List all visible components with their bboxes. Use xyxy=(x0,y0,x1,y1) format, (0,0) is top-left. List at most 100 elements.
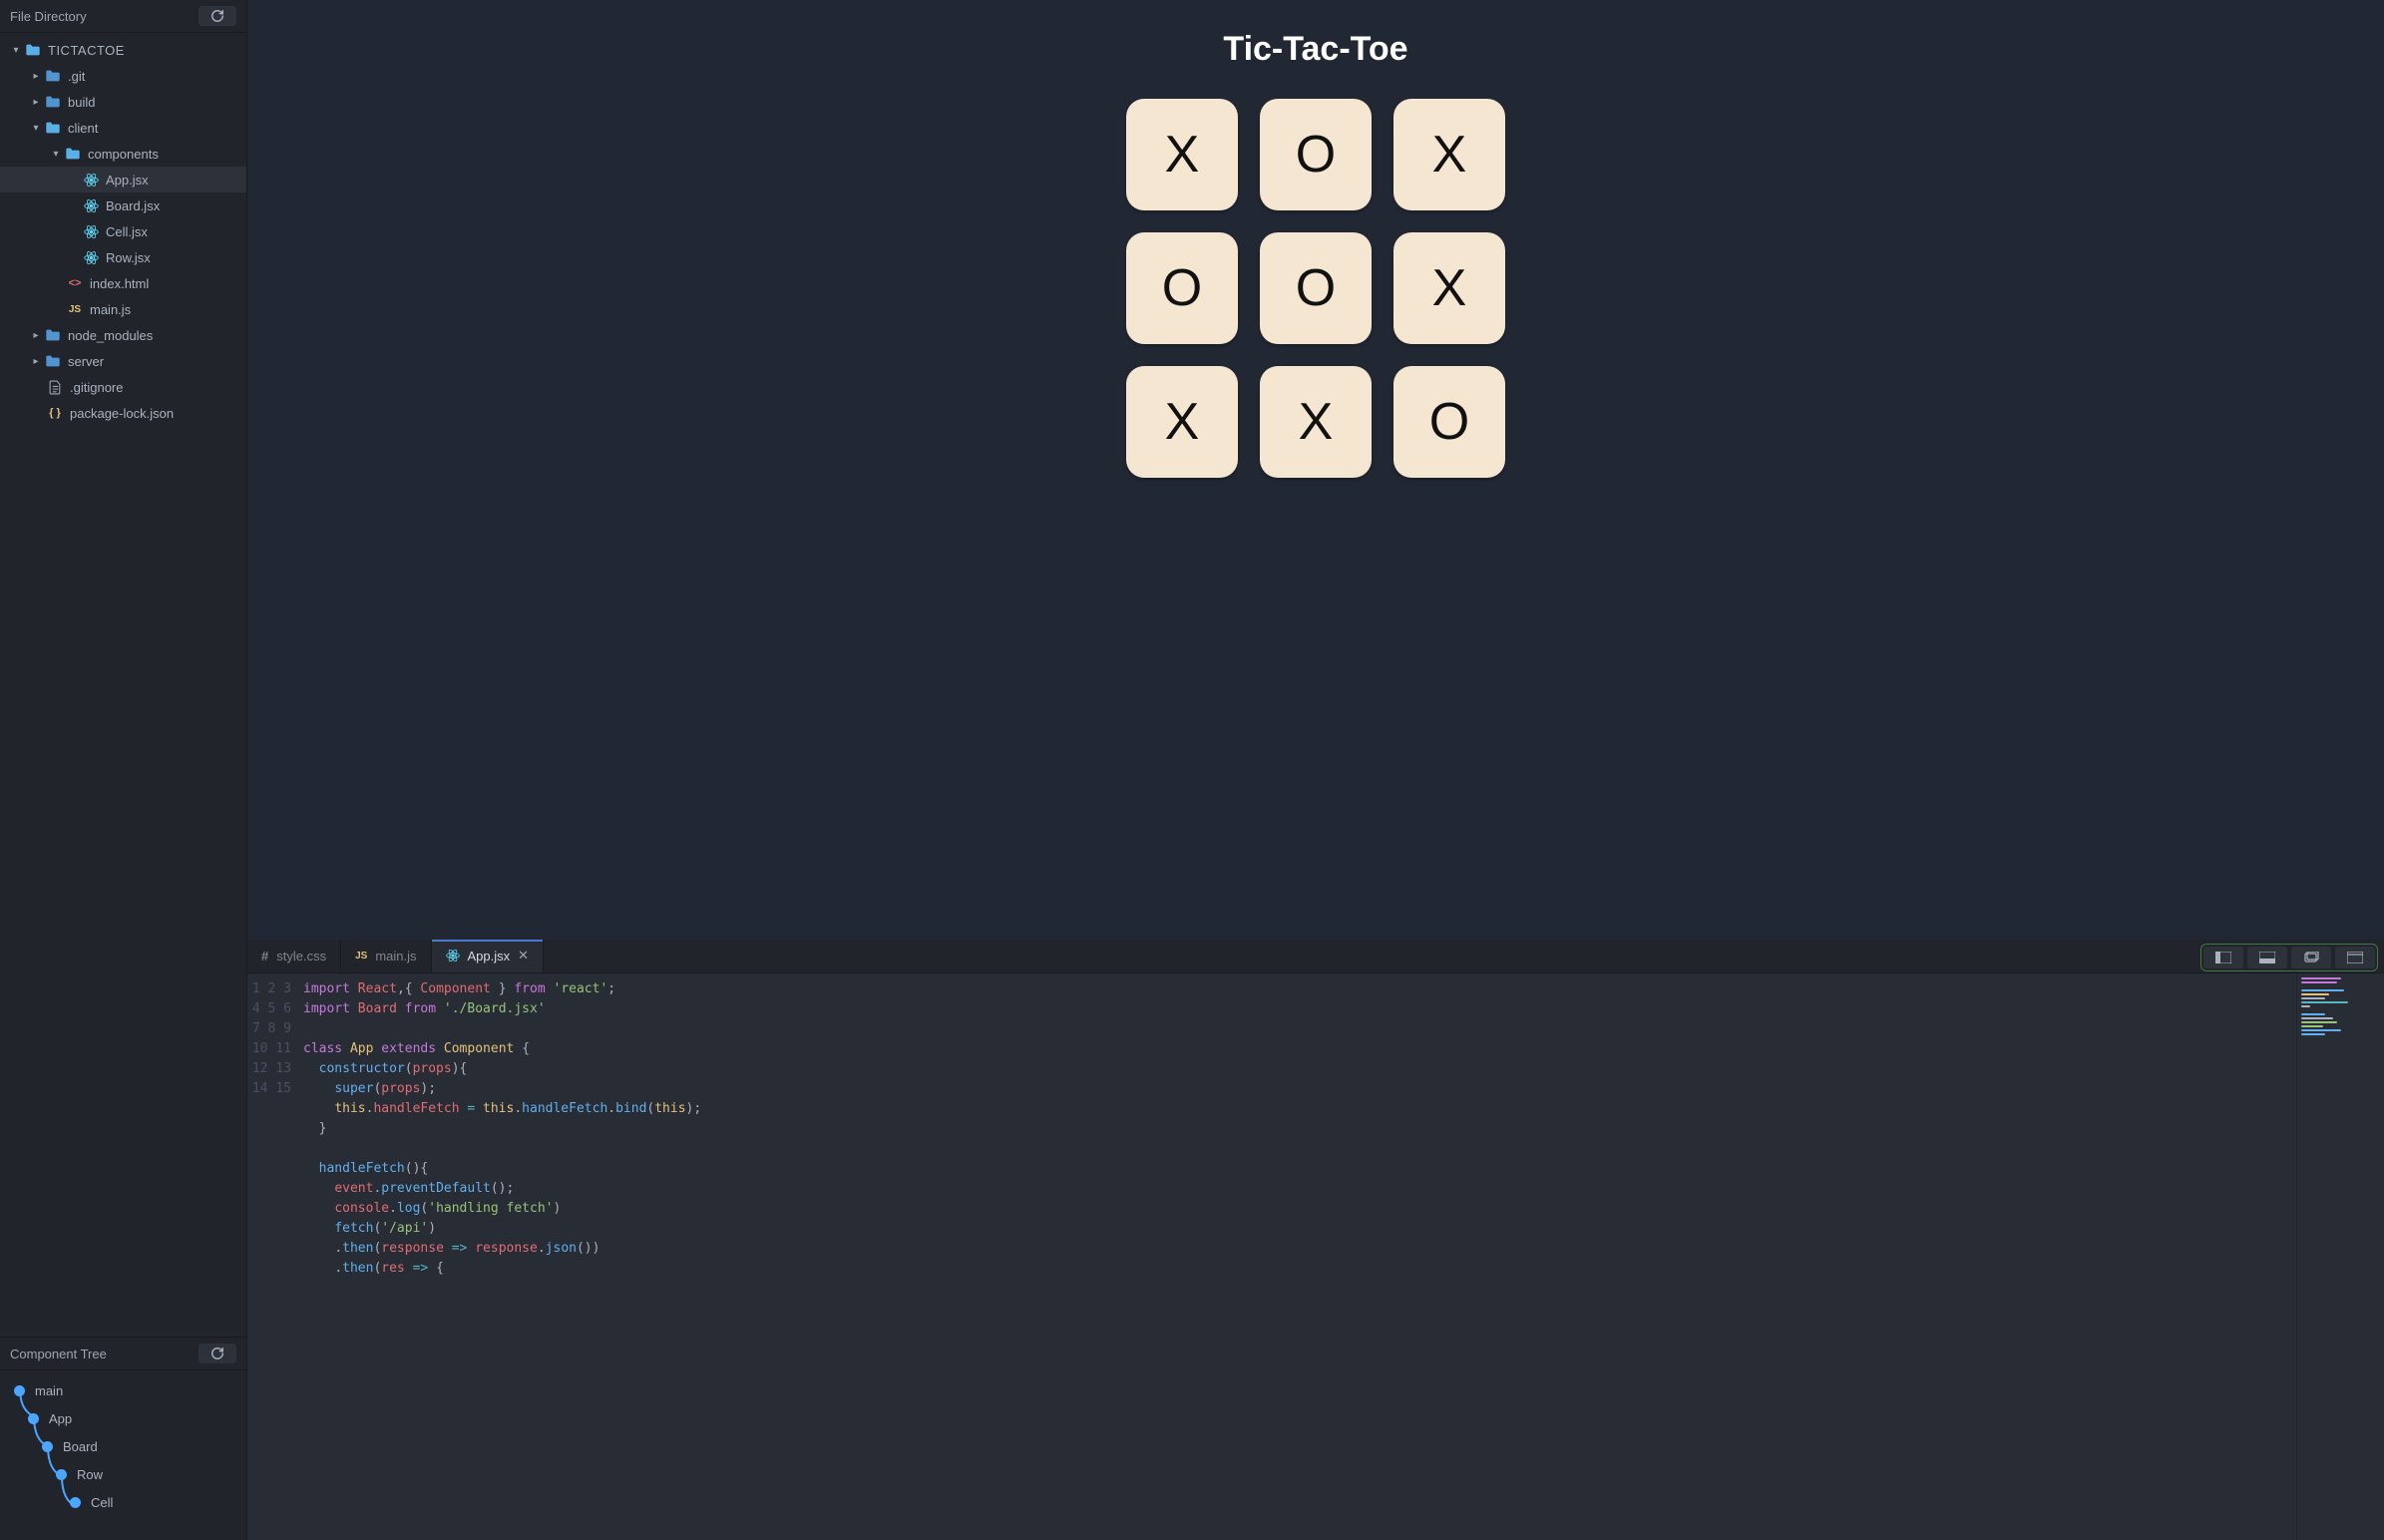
refresh-icon xyxy=(210,1347,224,1360)
tree-label: .git xyxy=(68,69,85,84)
file-tree: ▾ TICTACTOE ▸ .git ▸ build ▾ client ▾ xyxy=(0,33,246,1337)
tree-label: Board.jsx xyxy=(106,198,160,213)
react-icon xyxy=(446,949,460,962)
component-node-row[interactable]: Row xyxy=(0,1460,246,1488)
tab-style-css[interactable]: # style.css xyxy=(247,940,341,972)
folder-icon xyxy=(44,354,62,368)
tree-label: server xyxy=(68,354,104,369)
tree-label: main.js xyxy=(90,302,131,317)
board-cell-5[interactable]: X xyxy=(1393,232,1505,344)
chevron-down-icon: ▾ xyxy=(50,149,62,160)
layout-button-bottom-panel[interactable] xyxy=(2247,947,2287,968)
chevron-down-icon: ▾ xyxy=(30,123,42,134)
minimap[interactable] xyxy=(2296,973,2384,1540)
html-icon: <> xyxy=(66,277,84,289)
layout-button-stacked[interactable] xyxy=(2291,947,2331,968)
preview-pane: Tic-Tac-Toe X O X O O X X X O xyxy=(247,0,2384,940)
tree-folder-node-modules[interactable]: ▸ node_modules xyxy=(0,322,246,348)
component-label: main xyxy=(35,1383,63,1398)
tab-label: main.js xyxy=(375,949,416,963)
tree-folder-client[interactable]: ▾ client xyxy=(0,115,246,141)
node-dot-icon xyxy=(42,1441,53,1452)
js-icon: JS xyxy=(355,951,367,962)
close-icon[interactable]: ✕ xyxy=(518,948,529,963)
react-icon xyxy=(82,198,100,213)
folder-icon xyxy=(64,147,82,161)
line-number-gutter: 1 2 3 4 5 6 7 8 9 10 11 12 13 14 15 xyxy=(247,973,303,1540)
board-cell-8[interactable]: O xyxy=(1393,366,1505,478)
component-tree-refresh-button[interactable] xyxy=(199,1344,236,1363)
board-cell-0[interactable]: X xyxy=(1126,99,1238,210)
chevron-right-icon: ▸ xyxy=(30,71,42,82)
file-directory-header: File Directory xyxy=(0,0,246,33)
layout-button-left-panel[interactable] xyxy=(2203,947,2243,968)
component-node-board[interactable]: Board xyxy=(0,1432,246,1460)
board-cell-6[interactable]: X xyxy=(1126,366,1238,478)
board-cell-7[interactable]: X xyxy=(1260,366,1372,478)
tree-label: components xyxy=(88,147,159,162)
folder-icon xyxy=(44,328,62,342)
code-area[interactable]: 1 2 3 4 5 6 7 8 9 10 11 12 13 14 15 impo… xyxy=(247,973,2384,1540)
react-icon xyxy=(82,173,100,188)
tree-file-package-lock[interactable]: { } package-lock.json xyxy=(0,400,246,426)
react-icon xyxy=(82,250,100,265)
board-cell-3[interactable]: O xyxy=(1126,232,1238,344)
tree-label: node_modules xyxy=(68,328,153,343)
board-cell-2[interactable]: X xyxy=(1393,99,1505,210)
chevron-right-icon: ▸ xyxy=(30,356,42,367)
tree-root[interactable]: ▾ TICTACTOE xyxy=(0,37,246,63)
component-label: Row xyxy=(77,1467,103,1482)
layout-button-full[interactable] xyxy=(2335,947,2375,968)
tree-folder-components[interactable]: ▾ components xyxy=(0,141,246,167)
folder-icon xyxy=(44,69,62,83)
preview-title: Tic-Tac-Toe xyxy=(1223,30,1407,69)
tab-main-js[interactable]: JS main.js xyxy=(341,940,431,972)
tree-folder-build[interactable]: ▸ build xyxy=(0,89,246,115)
json-icon: { } xyxy=(46,407,64,419)
react-icon xyxy=(82,224,100,239)
component-node-cell[interactable]: Cell xyxy=(0,1488,246,1516)
node-dot-icon xyxy=(28,1413,39,1424)
component-node-app[interactable]: App xyxy=(0,1404,246,1432)
main-area: Tic-Tac-Toe X O X O O X X X O # style.cs… xyxy=(247,0,2384,1540)
component-label: App xyxy=(49,1411,72,1426)
tree-file-cell-jsx[interactable]: Cell.jsx xyxy=(0,218,246,244)
tab-bar: # style.css JS main.js App.jsx ✕ xyxy=(247,940,2384,973)
component-tree-header: Component Tree xyxy=(0,1338,246,1370)
minimap-content xyxy=(2301,977,2380,1037)
tree-folder-git[interactable]: ▸ .git xyxy=(0,63,246,89)
tree-label: TICTACTOE xyxy=(48,43,125,58)
folder-icon xyxy=(44,121,62,135)
tree-label: build xyxy=(68,95,95,110)
file-icon xyxy=(46,380,64,395)
tree-file-gitignore[interactable]: .gitignore xyxy=(0,374,246,400)
component-tree: main App Board Row Cell xyxy=(0,1370,246,1540)
chevron-down-icon: ▾ xyxy=(10,45,22,56)
tree-label: package-lock.json xyxy=(70,406,174,421)
tree-label: Row.jsx xyxy=(106,250,151,265)
tree-file-row-jsx[interactable]: Row.jsx xyxy=(0,244,246,270)
tree-label: Cell.jsx xyxy=(106,224,148,239)
sidebar: File Directory ▾ TICTACTOE ▸ .git ▸ xyxy=(0,0,247,1540)
folder-icon xyxy=(44,95,62,109)
tree-file-app-jsx[interactable]: App.jsx xyxy=(0,167,246,192)
chevron-right-icon: ▸ xyxy=(30,97,42,108)
game-board: X O X O O X X X O xyxy=(1126,99,1505,478)
file-directory-refresh-button[interactable] xyxy=(199,6,236,26)
component-tree-label: Component Tree xyxy=(10,1347,107,1361)
board-cell-1[interactable]: O xyxy=(1260,99,1372,210)
board-cell-4[interactable]: O xyxy=(1260,232,1372,344)
editor-pane: # style.css JS main.js App.jsx ✕ xyxy=(247,940,2384,1540)
component-node-main[interactable]: main xyxy=(0,1376,246,1404)
code-content[interactable]: import React,{ Component } from 'react';… xyxy=(303,973,2296,1540)
tree-folder-server[interactable]: ▸ server xyxy=(0,348,246,374)
node-dot-icon xyxy=(14,1385,25,1396)
tree-label: client xyxy=(68,121,98,136)
tab-app-jsx[interactable]: App.jsx ✕ xyxy=(432,940,545,972)
tree-file-board-jsx[interactable]: Board.jsx xyxy=(0,192,246,218)
refresh-icon xyxy=(210,9,224,23)
component-label: Board xyxy=(63,1439,98,1454)
tree-file-main-js[interactable]: JS main.js xyxy=(0,296,246,322)
tree-file-index-html[interactable]: <> index.html xyxy=(0,270,246,296)
css-icon: # xyxy=(261,949,268,963)
